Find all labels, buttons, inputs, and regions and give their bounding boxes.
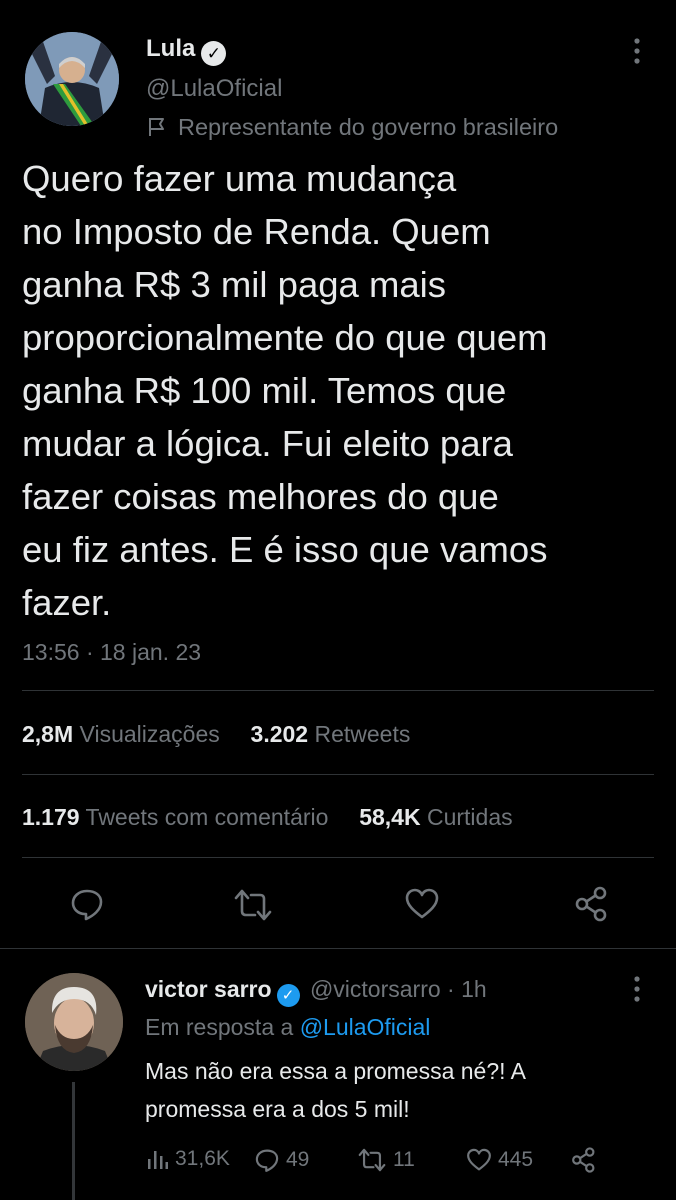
reply-text: Mas não era essa a promessa né?! A prome… bbox=[145, 1058, 526, 1122]
likes-label: Curtidas bbox=[426, 804, 513, 830]
reply-icon bbox=[255, 1149, 279, 1172]
avatar-image bbox=[25, 32, 119, 126]
stats-row-1: 2,8M Visualizações 3.202 Retweets bbox=[22, 720, 410, 748]
divider bbox=[22, 774, 654, 775]
retweet-button[interactable] bbox=[233, 887, 272, 923]
heart-icon bbox=[405, 888, 439, 919]
like-button[interactable] bbox=[404, 886, 440, 922]
likes-stat[interactable]: 58,4K Curtidas bbox=[359, 804, 512, 830]
avatar[interactable] bbox=[25, 973, 123, 1071]
tweet-text: Quero fazer uma mudança no Imposto de Re… bbox=[22, 158, 548, 623]
quotes-label: Tweets com comentário bbox=[85, 804, 329, 830]
gov-label: Representante do governo brasileiro bbox=[178, 114, 559, 140]
reply-reply-button[interactable]: 49 bbox=[254, 1147, 309, 1173]
reply-author-name[interactable]: victor sarro bbox=[145, 976, 272, 1002]
reply-share-button[interactable] bbox=[571, 1146, 597, 1174]
reply-retweets-count: 11 bbox=[393, 1148, 415, 1171]
views-count: 2,8M bbox=[22, 721, 74, 747]
thread-line bbox=[72, 1082, 75, 1200]
views-stat[interactable]: 2,8M Visualizações bbox=[22, 721, 226, 747]
more-dots bbox=[634, 976, 640, 1002]
section-divider bbox=[0, 948, 676, 949]
reply-retweet-button[interactable]: 11 bbox=[357, 1147, 415, 1173]
share-button[interactable] bbox=[574, 885, 610, 922]
divider bbox=[22, 690, 654, 691]
retweet-icon bbox=[358, 1148, 386, 1172]
likes-count: 58,4K bbox=[359, 804, 421, 830]
retweets-stat[interactable]: 3.202 Retweets bbox=[251, 721, 411, 747]
reply-header: victor sarro ✓ @victorsarro · 1h bbox=[145, 975, 487, 1007]
gov-label-row: Representante do governo brasileiro bbox=[146, 113, 558, 141]
stats-row-2: 1.179 Tweets com comentário 58,4K Curtid… bbox=[22, 803, 513, 831]
retweets-label: Retweets bbox=[314, 721, 411, 747]
quotes-count: 1.179 bbox=[22, 804, 80, 830]
reply-likes-count: 445 bbox=[498, 1148, 534, 1171]
flag-icon bbox=[149, 118, 164, 136]
views-icon bbox=[148, 1151, 168, 1169]
author-name-row[interactable]: Lula ✓ bbox=[146, 35, 227, 66]
heart-icon bbox=[467, 1148, 491, 1171]
tweet-timestamp[interactable]: 13:56 · 18 jan. 23 bbox=[22, 638, 201, 666]
author-handle[interactable]: @LulaOficial bbox=[146, 75, 282, 103]
reply-views-count: 31,6K bbox=[175, 1147, 230, 1170]
reply-time[interactable]: · 1h bbox=[447, 976, 487, 1002]
share-icon bbox=[572, 1147, 595, 1173]
avatar-image bbox=[25, 973, 123, 1071]
avatar[interactable] bbox=[25, 32, 119, 126]
reply-prefix: Em resposta a bbox=[145, 1014, 294, 1040]
more-icon[interactable] bbox=[627, 38, 647, 64]
author-name[interactable]: Lula bbox=[146, 35, 195, 62]
retweet-icon bbox=[234, 889, 272, 921]
views-label: Visualizações bbox=[79, 721, 220, 747]
reply-like-button[interactable]: 445 bbox=[466, 1147, 533, 1173]
share-icon bbox=[575, 886, 607, 922]
verified-check-icon: ✓ bbox=[276, 984, 300, 1007]
reply-views-button[interactable]: 31,6K bbox=[145, 1147, 230, 1171]
more-dots bbox=[634, 38, 640, 64]
retweets-count: 3.202 bbox=[250, 721, 309, 747]
reply-icon bbox=[71, 889, 103, 921]
more-icon[interactable] bbox=[627, 976, 647, 1002]
reply-to-link[interactable]: @LulaOficial bbox=[300, 1014, 431, 1040]
divider bbox=[22, 857, 654, 858]
quotes-stat[interactable]: 1.179 Tweets com comentário bbox=[22, 804, 335, 830]
reply-replies-count: 49 bbox=[286, 1148, 310, 1171]
replying-to: Em resposta a @LulaOficial bbox=[145, 1013, 430, 1041]
reply-author-handle[interactable]: @victorsarro bbox=[310, 976, 441, 1002]
verified-check-icon: ✓ bbox=[201, 41, 227, 66]
reply-button[interactable] bbox=[69, 886, 105, 922]
